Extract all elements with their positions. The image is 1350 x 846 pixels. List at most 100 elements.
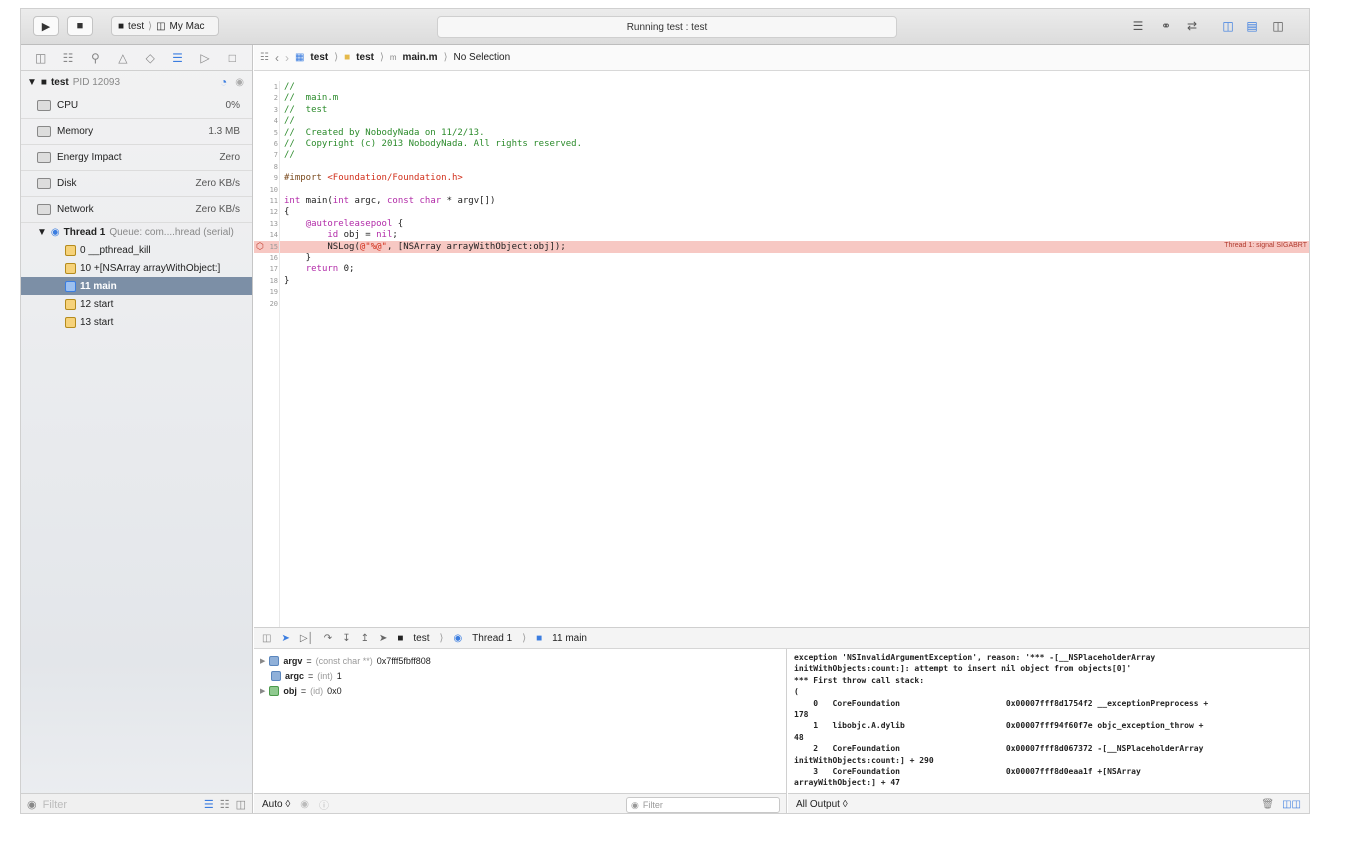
- continue-icon[interactable]: ▷│: [300, 633, 314, 644]
- line-number: 11: [269, 197, 278, 205]
- assistant-editor-icon[interactable]: ⚭: [1157, 18, 1175, 34]
- search-icon[interactable]: ⚲: [86, 51, 104, 65]
- gauge-icon[interactable]: ◔: [220, 75, 227, 89]
- code-line[interactable]: #import <Foundation/Foundation.h>: [284, 173, 463, 184]
- code-line[interactable]: //: [284, 150, 295, 161]
- code-area[interactable]: ⬡ Thread 1: signal SIGABRT //// main.m//…: [254, 81, 1309, 627]
- debug-area-toggle-icon[interactable]: ▤: [1243, 18, 1261, 34]
- code-line[interactable]: //: [284, 116, 295, 127]
- code-line[interactable]: NSLog(@"%@", [NSArray arrayWithObject:ob…: [284, 242, 565, 253]
- code-line[interactable]: @autoreleasepool {: [284, 219, 404, 230]
- breakpoint-icon[interactable]: ▷: [196, 51, 214, 65]
- debug-navigator-icon[interactable]: ☰: [169, 51, 187, 65]
- variable-value: 1: [336, 670, 342, 681]
- gauge-row-network[interactable]: Network Zero KB/s: [21, 197, 252, 223]
- filter-view-icon[interactable]: ◫: [236, 798, 246, 811]
- code-line[interactable]: // Copyright (c) 2013 NobodyNada. All ri…: [284, 139, 582, 150]
- code-line[interactable]: // test: [284, 105, 327, 116]
- report-icon[interactable]: □: [223, 51, 241, 65]
- trash-icon[interactable]: 🗑: [1261, 799, 1274, 810]
- stop-button[interactable]: ■: [67, 16, 93, 36]
- code-line[interactable]: // main.m: [284, 93, 338, 104]
- code-line[interactable]: }: [284, 253, 311, 264]
- navigator-filter-input[interactable]: Filter: [43, 799, 198, 811]
- error-annotation[interactable]: Thread 1: signal SIGABRT: [1224, 242, 1307, 249]
- line-number-gutter[interactable]: 1 2 3 4 5 6 7 8 9 10 11 12 13 14 15 16 17 18 19 20: [254, 81, 280, 627]
- filter-crashed-icon[interactable]: ☰: [204, 798, 214, 811]
- variable-row[interactable]: ▶ obj = (id) 0x0: [254, 683, 786, 698]
- scheme-target: test: [128, 20, 145, 32]
- info-icon[interactable]: ⓘ: [319, 797, 329, 812]
- breakpoints-toggle-icon[interactable]: ➤: [281, 633, 289, 644]
- disclosure-triangle-icon[interactable]: ▼: [27, 77, 37, 88]
- debug-thread[interactable]: Thread 1: [472, 633, 512, 644]
- navigator-filter-bar: ◉ Filter ☰ ☷ ◫: [21, 793, 252, 813]
- disclosure-triangle-icon[interactable]: ▶: [260, 657, 265, 665]
- debug-frame[interactable]: 11 main: [552, 633, 587, 644]
- gauge-value: Zero KB/s: [195, 204, 240, 215]
- folder-icon[interactable]: ◫: [32, 51, 50, 65]
- variable-row[interactable]: argc = (int) 1: [254, 668, 786, 683]
- version-editor-icon[interactable]: ⇄: [1183, 18, 1201, 34]
- step-out-icon[interactable]: ↥: [361, 633, 369, 644]
- variables-filter-input[interactable]: ◉ Filter: [626, 797, 780, 813]
- navigator-toggle-icon[interactable]: ◫: [1219, 18, 1237, 34]
- related-items-icon[interactable]: ☷: [260, 52, 269, 63]
- disclosure-triangle-icon[interactable]: ▶: [260, 687, 265, 695]
- frame-icon: ■: [536, 632, 543, 644]
- stack-frames: 0 __pthread_kill 10 +[NSArray arrayWithOb…: [21, 241, 252, 331]
- stack-frame-row[interactable]: 12 start: [21, 295, 252, 313]
- back-arrow-icon[interactable]: ‹: [275, 51, 279, 65]
- code-line[interactable]: id obj = nil;: [284, 230, 397, 241]
- utilities-toggle-icon[interactable]: ◫: [1269, 18, 1287, 34]
- variables-mode-selector[interactable]: Auto ◊: [262, 799, 290, 810]
- step-over-icon[interactable]: ↷: [324, 633, 332, 644]
- stack-frame-row[interactable]: 10 +[NSArray arrayWithObject:]: [21, 259, 252, 277]
- location-icon[interactable]: ➤: [379, 633, 387, 644]
- variable-type-icon: [269, 685, 280, 696]
- debug-project[interactable]: test: [413, 633, 429, 644]
- step-into-icon[interactable]: ↧: [342, 633, 350, 644]
- jump-group[interactable]: test: [356, 52, 374, 63]
- variable-row[interactable]: ▶ argv = (const char **) 0x7fff5fbff808: [254, 653, 786, 668]
- objc-file-icon: m: [389, 53, 397, 62]
- hide-debug-area-icon[interactable]: ◫: [262, 633, 271, 644]
- stack-frame-row[interactable]: 13 start: [21, 313, 252, 331]
- filter-running-icon[interactable]: ☷: [220, 798, 230, 811]
- standard-editor-icon[interactable]: ☰: [1129, 18, 1147, 34]
- stack-frame-row[interactable]: 11 main: [21, 277, 252, 295]
- forward-arrow-icon[interactable]: ›: [285, 51, 289, 65]
- code-line[interactable]: }: [284, 276, 289, 287]
- code-line[interactable]: //: [284, 82, 295, 93]
- options-icon[interactable]: ◉: [235, 77, 244, 88]
- jump-selection[interactable]: No Selection: [453, 52, 510, 63]
- console-view[interactable]: exception 'NSInvalidArgumentException', …: [788, 649, 1309, 793]
- jump-project[interactable]: test: [310, 52, 328, 63]
- variable-value: 0x0: [327, 685, 342, 696]
- gauge-row-cpu[interactable]: CPU 0%: [21, 93, 252, 119]
- code-line[interactable]: {: [284, 207, 289, 218]
- scheme-selector[interactable]: ■ test ⟩ ◫ My Mac: [111, 16, 219, 36]
- split-view-icon[interactable]: ◫◫: [1282, 799, 1301, 810]
- xcode-window: ▶ ■ ■ test ⟩ ◫ My Mac Running test : tes…: [20, 8, 1310, 814]
- test-icon[interactable]: ◇: [141, 51, 159, 65]
- console-output-selector[interactable]: All Output ◊: [796, 799, 1261, 810]
- variable-name: argc: [285, 670, 305, 681]
- jump-file[interactable]: main.m: [403, 52, 438, 63]
- thread-row[interactable]: ▼ ◉ Thread 1 Queue: com....hread (serial…: [21, 223, 252, 241]
- gauge-row-energy-impact[interactable]: Energy Impact Zero: [21, 145, 252, 171]
- gauge-row-disk[interactable]: Disk Zero KB/s: [21, 171, 252, 197]
- eye-icon[interactable]: ◉: [300, 799, 309, 810]
- warning-icon[interactable]: △: [114, 51, 132, 65]
- code-line[interactable]: return 0;: [284, 264, 355, 275]
- disclosure-triangle-icon[interactable]: ▼: [37, 227, 47, 238]
- stack-frame-row[interactable]: 0 __pthread_kill: [21, 241, 252, 259]
- code-line[interactable]: // Created by NobodyNada on 11/2/13.: [284, 128, 484, 139]
- frame-icon: [65, 298, 76, 310]
- code-line[interactable]: int main(int argc, const char * argv[]): [284, 196, 495, 207]
- process-row[interactable]: ▼ ■ test PID 12093 ◔ ◉: [21, 71, 252, 93]
- symbol-icon[interactable]: ☷: [59, 51, 77, 65]
- run-button[interactable]: ▶: [33, 16, 59, 36]
- equals-sign: =: [308, 670, 314, 681]
- gauge-row-memory[interactable]: Memory 1.3 MB: [21, 119, 252, 145]
